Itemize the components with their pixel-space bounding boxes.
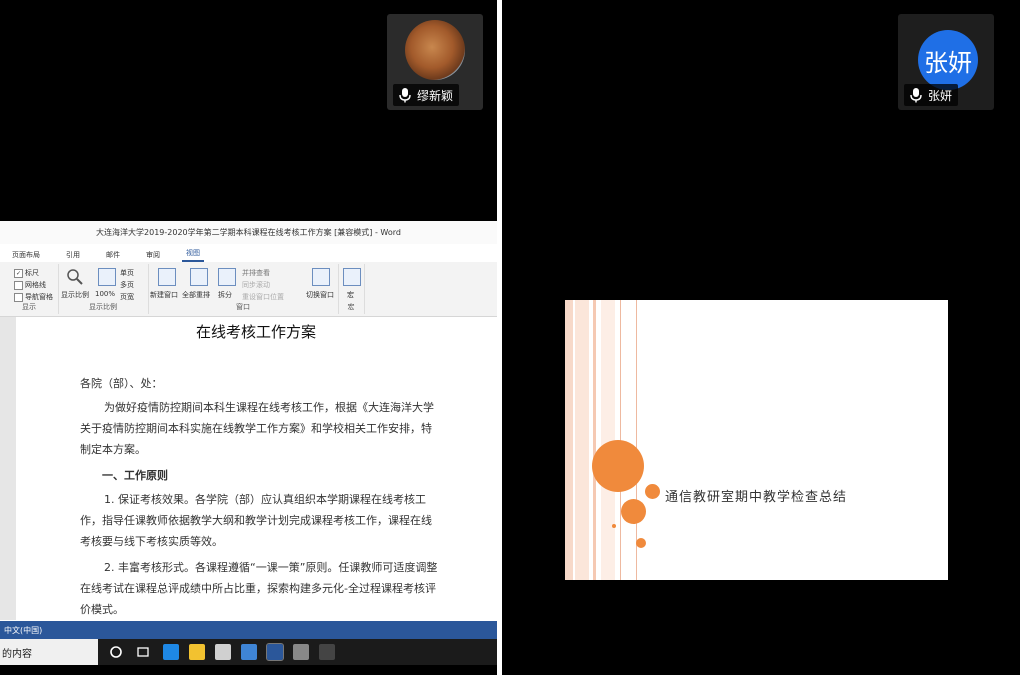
slide-title: 通信教研室期中教学检查总结 [665,490,848,505]
checkbox-navpane[interactable]: 导航窗格 [14,292,53,302]
tab-review[interactable]: 审阅 [142,248,164,262]
mail-icon[interactable] [241,644,257,660]
slide-circle [645,484,660,499]
macro-button[interactable]: 宏 [347,290,354,300]
system-tray-icon[interactable] [319,644,335,660]
slide-stripe [575,300,589,580]
document-gutter [0,317,16,620]
slide-stripe [593,300,596,580]
zoom-100-button[interactable]: 100% [95,290,115,298]
shared-slide: 通信教研室期中教学检查总结 [565,300,948,580]
new-window-icon [158,268,176,286]
participant-avatar: 张妍 [918,30,978,90]
check-icon: ✓ [14,268,23,278]
macro-icon [343,268,361,286]
group-show: ✓ 标尺 网格线 导航窗格 显示 [0,264,59,314]
left-video-panel: 缪新颖 大连海洋大学2019-2020学年第二学期本科课程在线考核工作方案 [兼… [0,0,497,675]
switch-window-icon [312,268,330,286]
split-button[interactable]: 拆分 [218,290,232,300]
slide-circle [621,499,646,524]
microphone-icon [910,88,922,103]
gridlines-label: 网格线 [25,281,46,289]
microphone-icon [399,88,411,103]
slide-stripe [636,300,637,580]
tab-mailings[interactable]: 邮件 [102,248,124,262]
one-page-button[interactable]: 单页 [120,268,134,278]
participant-name: 缪新颖 [417,88,454,103]
zoom-100-icon [98,268,116,286]
doc-paragraph-1: 1. 保证考核效果。各学院（部）应认真组织本学期课程在线考核工作，指导任课教师依… [80,493,432,548]
participant-name: 张妍 [928,88,953,103]
zoom-magnifier-icon[interactable] [66,268,84,286]
group-macro: 宏 宏 [338,264,365,314]
cortana-icon[interactable] [108,644,124,660]
document-area[interactable]: 在线考核工作方案 各院（部）、处： 为做好疫情防控期间本科生课程在线考核工作，根… [0,317,497,620]
taskbar-search[interactable]: 的内容 [0,639,98,665]
doc-paragraph-2: 2. 丰富考核形式。各课程遵循“一课一策”原则。任课教师可适度调整在线考试在课程… [80,561,438,616]
multi-page-button[interactable]: 多页 [120,280,134,290]
arrange-all-button[interactable]: 全部重排 [182,290,210,300]
participant-photo [405,20,465,80]
taskbar: 的内容 [0,639,497,665]
group-label-macro: 宏 [347,303,355,311]
ruler-label: 标尺 [25,269,39,277]
file-explorer-icon[interactable] [189,644,205,660]
tab-view[interactable]: 视图 [182,246,204,262]
checkbox-box [14,292,23,302]
status-language[interactable]: 中文(中国) [4,625,42,636]
ribbon: ✓标尺 网格线 导航窗格 显示 显示比例 100% 单页 多页 页宽 显示比例 [0,262,497,317]
document-heading: 在线考核工作方案 [196,323,317,341]
participant-tile-left[interactable]: 缪新颖 [387,14,483,110]
tab-references[interactable]: 引用 [62,248,84,262]
participant-namebar: 张妍 [904,84,959,106]
checkbox-ruler[interactable]: ✓ 标尺 [14,268,39,278]
doc-paragraph-greeting: 各院（部）、处： [80,377,163,390]
sync-scroll-button[interactable]: 同步滚动 [242,280,270,290]
group-window: 新建窗口 全部重排 拆分 并排查看 同步滚动 重设窗口位置 切换窗口 窗口 [148,264,339,314]
window-title: 大连海洋大学2019-2020学年第二学期本科课程在线考核工作方案 [兼容模式]… [0,221,497,244]
doc-section-heading: 一、工作原则 [102,469,168,482]
edge-icon[interactable] [163,644,179,660]
slide-circle [592,440,644,492]
new-window-button[interactable]: 新建窗口 [150,290,178,300]
word-taskbar-icon[interactable] [266,643,284,661]
participant-namebar: 缪新颖 [393,84,460,106]
checkbox-box [14,280,23,290]
doc-paragraph-intro: 为做好疫情防控期间本科生课程在线考核工作，根据《大连海洋大学关于疫情防控期间本科… [80,401,434,456]
slide-circle [636,538,646,548]
tab-layout[interactable]: 页面布局 [8,248,44,262]
group-label-window: 窗口 [236,303,250,311]
group-zoom: 显示比例 100% 单页 多页 页宽 显示比例 [58,264,149,314]
right-video-panel: 张妍 张妍 通信教研室期中教学检查总结 [502,0,1020,675]
status-bar: 中文(中国) [0,621,497,639]
task-view-icon[interactable] [136,644,152,660]
page-width-button[interactable]: 页宽 [120,292,134,302]
zoom-button[interactable]: 显示比例 [61,290,89,300]
checkbox-gridlines[interactable]: 网格线 [14,280,46,290]
store-icon[interactable] [215,644,231,660]
slide-circle [612,524,616,528]
reset-window-button[interactable]: 重设窗口位置 [242,292,284,302]
ribbon-tabs: 页面布局 引用 邮件 审阅 视图 [0,244,497,262]
group-label-show: 显示 [22,303,36,311]
word-window: 大连海洋大学2019-2020学年第二学期本科课程在线考核工作方案 [兼容模式]… [0,221,497,665]
app-taskbar-icon[interactable] [293,644,309,660]
navpane-label: 导航窗格 [25,293,53,301]
split-icon [218,268,236,286]
side-by-side-button[interactable]: 并排查看 [242,268,270,278]
switch-window-button[interactable]: 切换窗口 [306,290,334,300]
group-label-zoom: 显示比例 [89,303,117,311]
slide-stripe [565,300,573,580]
arrange-all-icon [190,268,208,286]
participant-tile-right[interactable]: 张妍 张妍 [898,14,994,110]
